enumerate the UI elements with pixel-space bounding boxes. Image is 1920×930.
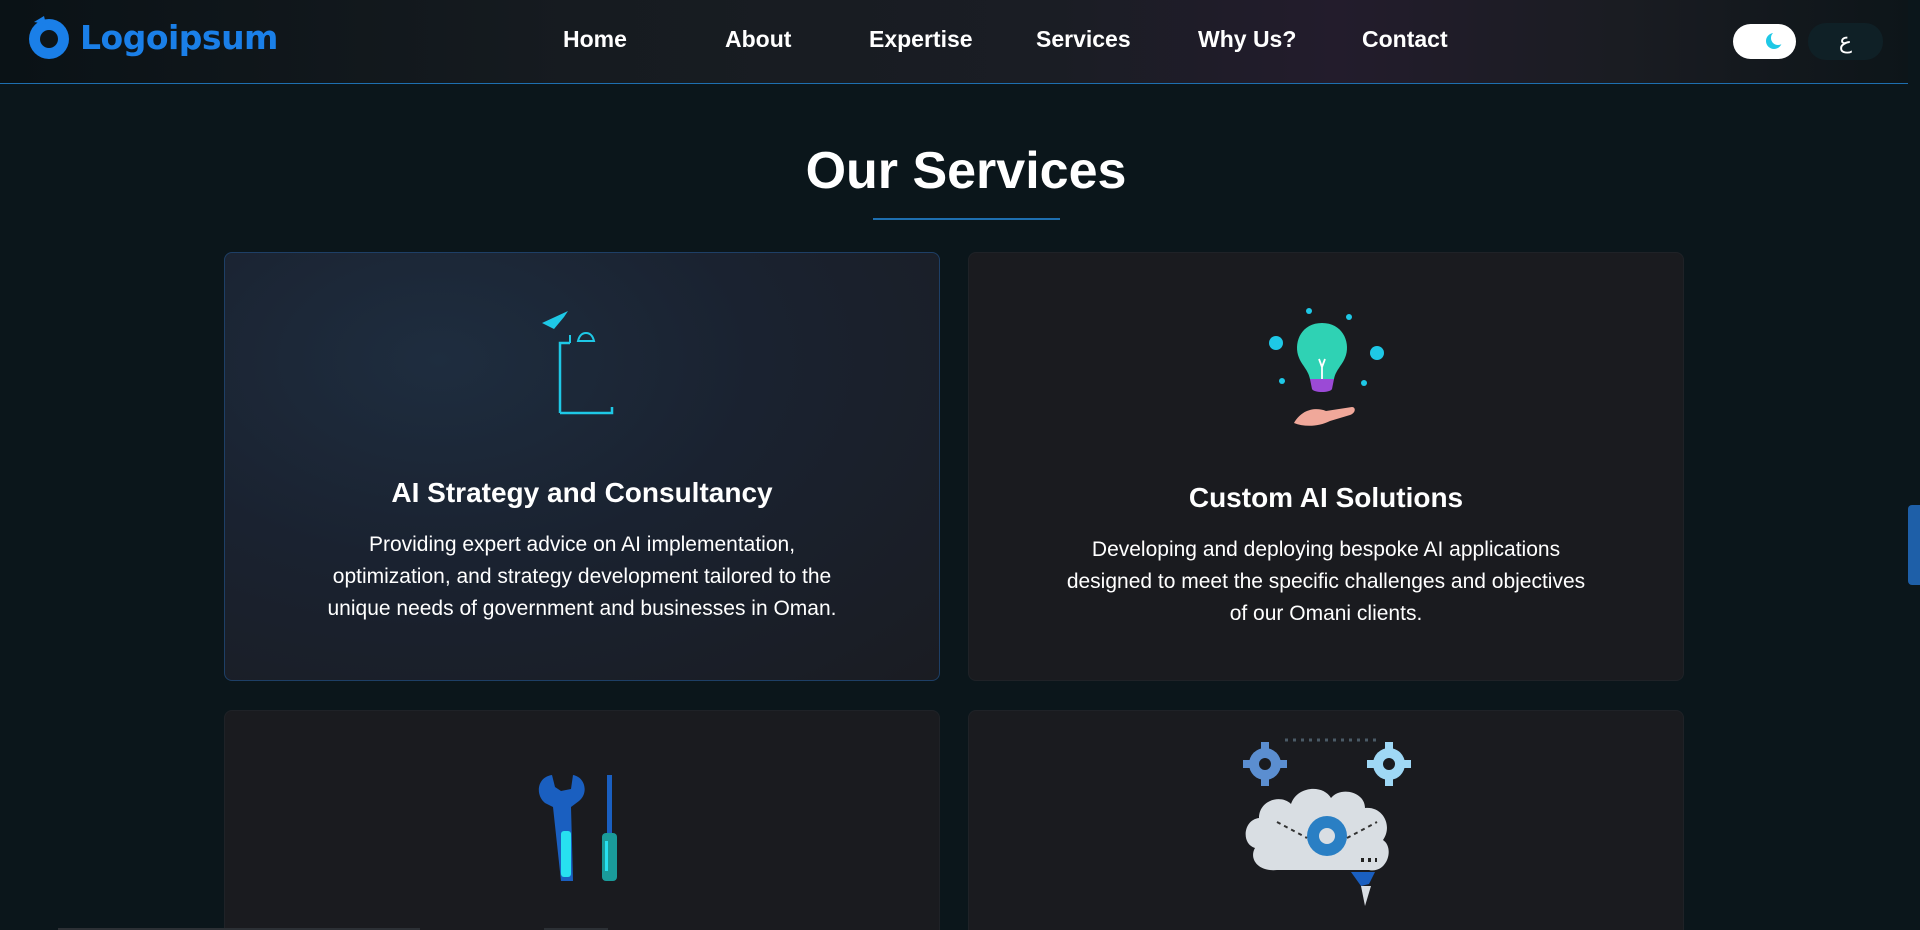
service-card-title: AI Strategy and Consultancy [391,477,773,508]
service-card-title: Custom AI Solutions [1188,482,1464,513]
brain-gears-icon [1243,738,1411,906]
service-card-3[interactable] [224,710,940,930]
nav-expertise[interactable]: Expertise [869,26,973,53]
title-underline [873,218,1060,220]
site-header: Logoipsum Home About Expertise Services … [0,0,1908,84]
nav-home[interactable]: Home [563,26,627,53]
service-card-description: Providing expert advice on AI implementa… [327,533,837,620]
theme-toggle[interactable] [1733,24,1796,59]
nav-contact[interactable]: Contact [1362,26,1448,53]
language-switch[interactable]: ع [1808,23,1883,60]
service-card-ai-strategy[interactable]: AI Strategy and Consultancy Providing ex… [224,252,940,681]
main-nav: Home About Expertise Services Why Us? Co… [0,26,1908,56]
moon-icon [1766,31,1785,49]
nav-why-us[interactable]: Why Us? [1198,26,1296,53]
nav-services[interactable]: Services [1036,26,1131,53]
service-card-4[interactable] [968,710,1684,930]
strategy-icon [542,311,614,415]
tools-icon [538,775,617,881]
side-scroll-tab[interactable] [1908,505,1920,585]
services-title: Our Services [805,142,1127,200]
nav-about[interactable]: About [725,26,791,53]
service-card-custom-ai[interactable]: Custom AI Solutions Developing and deplo… [968,252,1684,681]
service-card-description: Developing and deploying bespoke AI appl… [1066,538,1586,625]
lightbulb-hand-icon [1269,308,1384,426]
